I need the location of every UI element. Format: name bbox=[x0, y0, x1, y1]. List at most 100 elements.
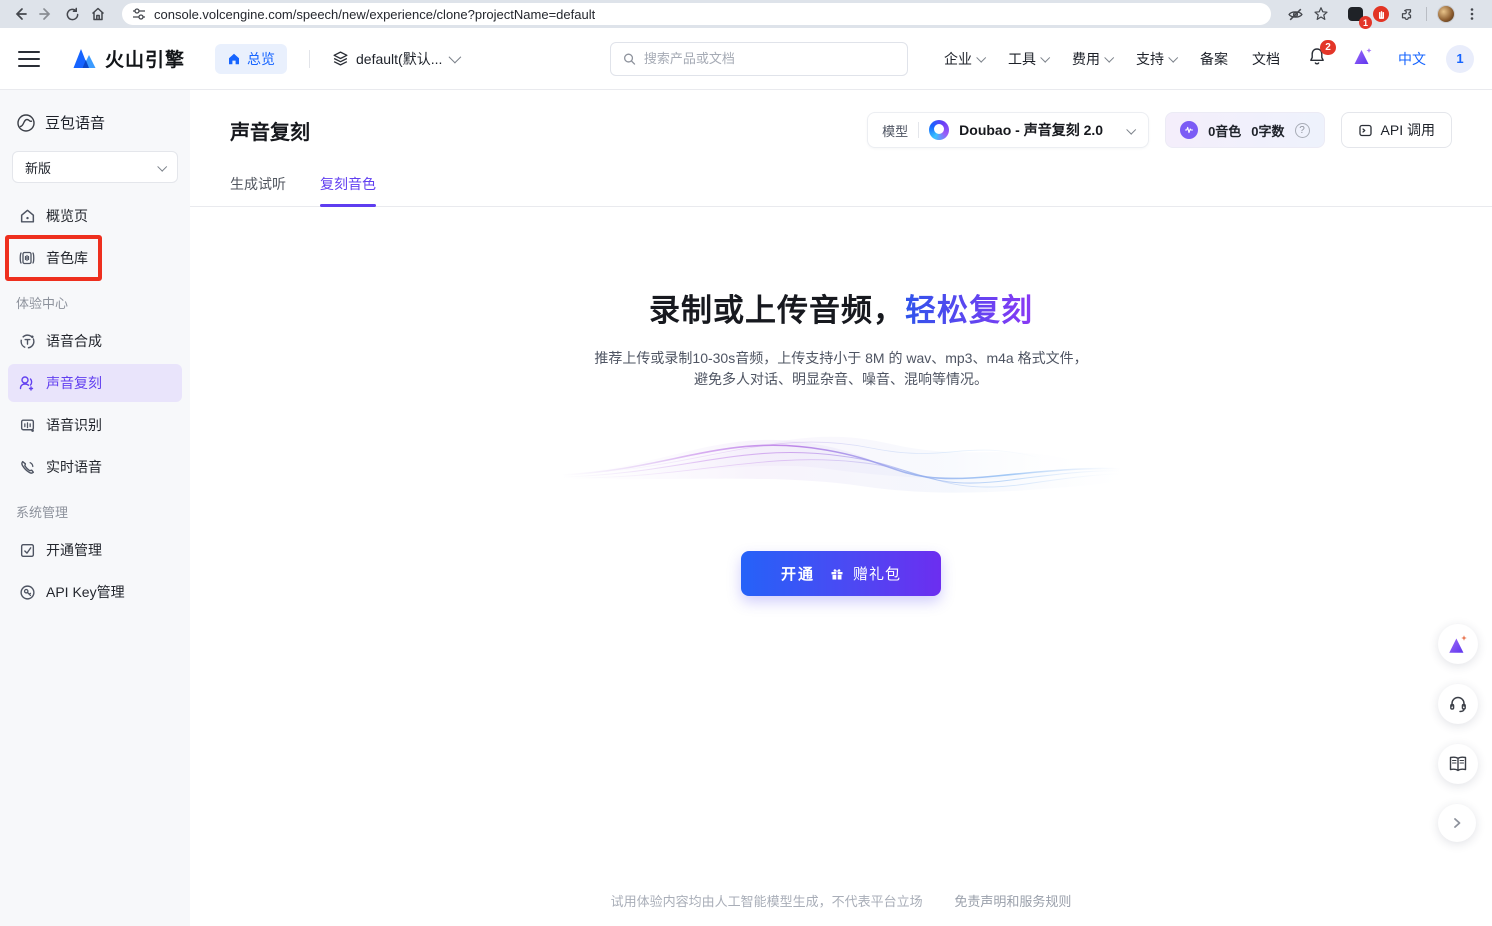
page-title: 声音复刻 bbox=[230, 116, 310, 145]
chevron-down-icon bbox=[1126, 124, 1136, 134]
version-label: 新版 bbox=[25, 158, 51, 177]
hide-eye-icon[interactable] bbox=[1285, 4, 1305, 24]
sidebar-section-experience: 体验中心 bbox=[0, 281, 190, 318]
hero-desc-line2: 避免多人对话、明显杂音、噪音、混响等情况。 bbox=[190, 369, 1492, 390]
footer-terms-link[interactable]: 免责声明和服务规则 bbox=[954, 894, 1071, 909]
doubao-voice-icon bbox=[16, 113, 36, 133]
version-selector[interactable]: 新版 bbox=[12, 151, 178, 183]
layers-icon bbox=[332, 50, 349, 67]
sidebar-item-voice-library[interactable]: 音色库 bbox=[8, 239, 182, 277]
volcengine-logo-icon bbox=[72, 47, 98, 71]
ai-assistant-icon[interactable] bbox=[1352, 46, 1374, 71]
documentation-button[interactable] bbox=[1438, 744, 1478, 784]
hero-title: 录制或上传音频，轻松复刻 bbox=[190, 285, 1492, 330]
account-avatar[interactable]: 1 bbox=[1446, 45, 1474, 73]
url-text: console.volcengine.com/speech/new/experi… bbox=[154, 7, 595, 22]
quota-badge[interactable]: 0音色 0字数 ? bbox=[1165, 112, 1324, 148]
sidebar-item-asr[interactable]: 语音识别 bbox=[8, 406, 182, 444]
model-label: 模型 bbox=[882, 121, 908, 140]
chevron-down-icon bbox=[449, 51, 462, 64]
tab-generate-preview[interactable]: 生成试听 bbox=[230, 174, 286, 206]
chevron-down-icon bbox=[976, 53, 986, 63]
header-nav: 企业 工具 费用 支持 备案 文档 bbox=[944, 49, 1280, 69]
chevron-down-icon bbox=[1104, 53, 1114, 63]
sidebar-item-activation[interactable]: 开通管理 bbox=[8, 531, 182, 569]
model-value: Doubao - 声音复刻 2.0 bbox=[959, 120, 1103, 140]
browser-back-icon[interactable] bbox=[10, 4, 30, 24]
browser-home-icon[interactable] bbox=[88, 4, 108, 24]
extensions-puzzle-icon[interactable] bbox=[1397, 4, 1417, 24]
tab-clone-voice[interactable]: 复刻音色 bbox=[320, 174, 376, 206]
language-toggle[interactable]: 中文 bbox=[1398, 49, 1426, 69]
voice-library-icon bbox=[18, 249, 36, 267]
product-name: 豆包语音 bbox=[45, 112, 105, 133]
extension-badge-count: 1 bbox=[1359, 16, 1372, 29]
notifications-bell[interactable]: 2 bbox=[1308, 47, 1326, 71]
activate-label: 开通 bbox=[781, 563, 815, 584]
help-icon[interactable]: ? bbox=[1295, 123, 1310, 138]
project-selector[interactable]: default(默认... bbox=[332, 49, 458, 69]
sound-wave-graphic bbox=[561, 418, 1121, 515]
profile-avatar[interactable] bbox=[1436, 4, 1456, 24]
brand-name: 火山引擎 bbox=[105, 45, 185, 72]
nav-support[interactable]: 支持 bbox=[1136, 49, 1176, 69]
sidebar-item-tts[interactable]: 语音合成 bbox=[8, 322, 182, 360]
quota-icon bbox=[1180, 121, 1198, 139]
tab-bar: 生成试听 复刻音色 bbox=[190, 174, 1492, 207]
speech-recognition-icon bbox=[18, 416, 36, 434]
bookmark-star-icon[interactable] bbox=[1311, 4, 1331, 24]
customer-service-button[interactable] bbox=[1438, 684, 1478, 724]
realtime-voice-icon bbox=[18, 458, 36, 476]
sidebar-product: 豆包语音 bbox=[0, 100, 190, 147]
hero-title-accent: 轻松复刻 bbox=[905, 293, 1033, 328]
footer: 试用体验内容均由人工智能模型生成，不代表平台立场 免责声明和服务规则 bbox=[190, 891, 1492, 910]
chevron-down-icon bbox=[1040, 53, 1050, 63]
address-bar[interactable]: console.volcengine.com/speech/new/experi… bbox=[122, 3, 1271, 25]
hamburger-menu-icon[interactable] bbox=[18, 51, 40, 67]
sidebar-item-realtime[interactable]: 实时语音 bbox=[8, 448, 182, 486]
sidebar-item-api-key[interactable]: API Key管理 bbox=[8, 573, 182, 611]
browser-forward-icon[interactable] bbox=[36, 4, 56, 24]
browser-toolbar: console.volcengine.com/speech/new/experi… bbox=[0, 0, 1492, 28]
header-divider bbox=[309, 50, 310, 68]
notification-count: 2 bbox=[1320, 40, 1336, 55]
chevron-down-icon bbox=[157, 161, 167, 171]
overview-label: 总览 bbox=[247, 49, 275, 69]
nav-billing[interactable]: 费用 bbox=[1072, 49, 1112, 69]
footer-disclaimer: 试用体验内容均由人工智能模型生成，不代表平台立场 bbox=[611, 894, 923, 909]
sidebar-item-overview[interactable]: 概览页 bbox=[8, 197, 182, 235]
hero-title-plain: 录制或上传音频， bbox=[649, 293, 905, 328]
ai-assistant-float-button[interactable] bbox=[1438, 624, 1478, 664]
app-header: 火山引擎 总览 default(默认... 企业 工具 费用 支持 备案 文档 … bbox=[0, 28, 1492, 90]
sidebar-item-voice-cloning[interactable]: 声音复刻 bbox=[8, 364, 182, 402]
activation-mgmt-icon bbox=[18, 541, 36, 559]
adblock-icon[interactable] bbox=[1371, 4, 1391, 24]
global-search[interactable] bbox=[610, 42, 908, 76]
hero-desc-line1: 推荐上传或录制10-30s音频，上传支持小于 8M 的 wav、mp3、m4a … bbox=[190, 348, 1492, 369]
sidebar: 豆包语音 新版 概览页 音色库 体验中心 语音合成 声音复刻 语音识别 bbox=[0, 90, 190, 926]
toolbar-divider bbox=[1426, 7, 1427, 21]
api-key-icon bbox=[18, 583, 36, 601]
browser-menu-icon[interactable] bbox=[1462, 4, 1482, 24]
activate-button[interactable]: 开通 赠礼包 bbox=[741, 551, 941, 596]
api-icon bbox=[1358, 123, 1373, 138]
overview-page-icon bbox=[18, 207, 36, 225]
nav-docs[interactable]: 文档 bbox=[1252, 49, 1280, 69]
speech-synthesis-icon bbox=[18, 332, 36, 350]
hero-section: 录制或上传音频，轻松复刻 推荐上传或录制10-30s音频，上传支持小于 8M 的… bbox=[190, 285, 1492, 390]
model-selector[interactable]: 模型 Doubao - 声音复刻 2.0 bbox=[867, 112, 1149, 148]
site-settings-icon[interactable] bbox=[132, 7, 146, 21]
overview-button[interactable]: 总览 bbox=[215, 44, 287, 74]
brand-logo[interactable]: 火山引擎 bbox=[72, 45, 185, 72]
browser-reload-icon[interactable] bbox=[62, 4, 82, 24]
nav-enterprise[interactable]: 企业 bbox=[944, 49, 984, 69]
nav-icp[interactable]: 备案 bbox=[1200, 49, 1228, 69]
extension-badge-icon[interactable]: 1 bbox=[1345, 4, 1365, 24]
quota-characters: 0字数 bbox=[1251, 121, 1284, 140]
api-call-button[interactable]: API 调用 bbox=[1341, 112, 1452, 148]
nav-tools[interactable]: 工具 bbox=[1008, 49, 1048, 69]
quota-voices: 0音色 bbox=[1208, 121, 1241, 140]
collapse-panel-button[interactable] bbox=[1438, 804, 1476, 842]
doubao-logo-icon bbox=[929, 120, 949, 140]
search-input[interactable] bbox=[644, 51, 895, 66]
